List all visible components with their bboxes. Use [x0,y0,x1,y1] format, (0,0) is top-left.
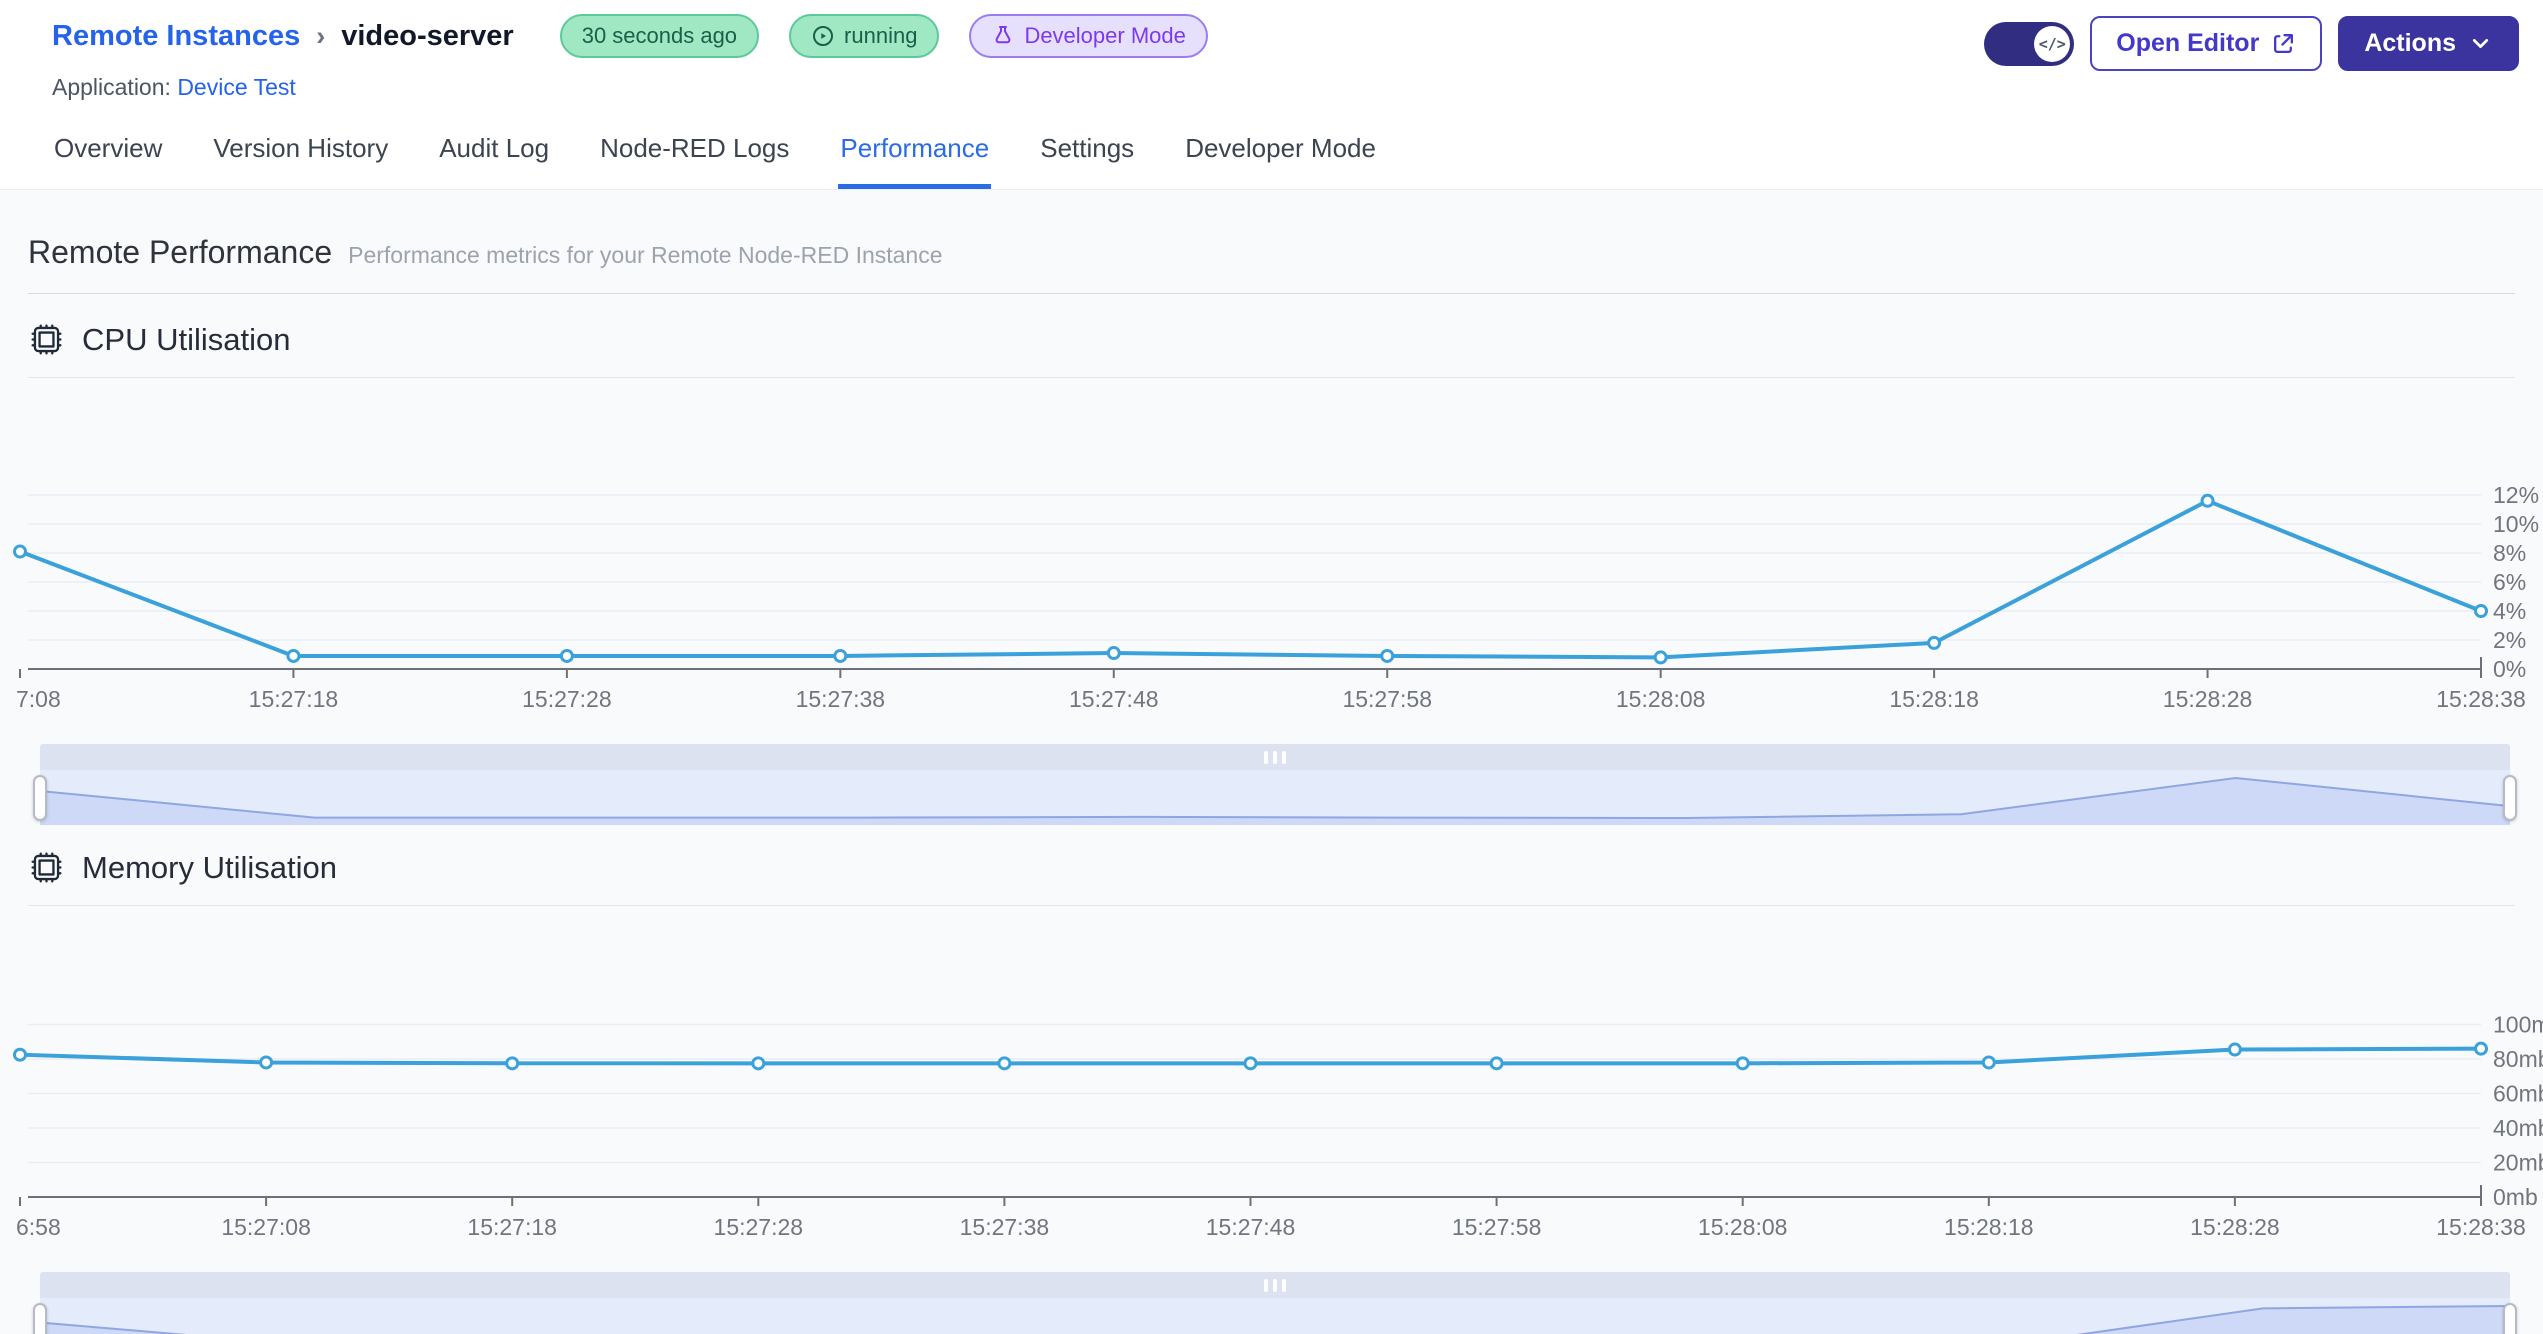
memory-datazoom-track[interactable] [40,1298,2510,1334]
performance-panel: Remote Performance Performance metrics f… [0,190,2543,1334]
svg-text:15:27:18: 15:27:18 [249,686,339,712]
svg-text:8%: 8% [2493,540,2526,566]
actions-button[interactable]: Actions [2338,16,2519,71]
svg-text:15:27:58: 15:27:58 [1342,686,1432,712]
external-link-icon [2274,34,2294,53]
svg-text:15:27:48: 15:27:48 [1206,1214,1296,1240]
cpu-section-title: CPU Utilisation [82,321,291,357]
breadcrumb-separator: › [316,20,326,51]
svg-text:2%: 2% [2493,627,2526,653]
status-badge: running [789,14,940,58]
svg-text:20mb: 20mb [2493,1150,2543,1176]
header-left: Remote Instances › video-server 30 secon… [52,14,1208,101]
page-subtitle: Performance metrics for your Remote Node… [348,242,943,268]
tab-overview[interactable]: Overview [52,127,164,189]
svg-text:15:27:08: 15:27:08 [221,1214,311,1240]
memory-utilisation-chart: 0mb 20mb 40mb 60mb 80mb 100mb 6:58 15:27:08 15:2… [13,1012,2543,1240]
chevron-down-icon [2472,39,2489,48]
memory-datazoom-left-handle[interactable] [33,1303,47,1334]
drag-dots-icon [1264,1278,1286,1292]
breadcrumb-remote-instances-link[interactable]: Remote Instances [52,20,300,53]
svg-text:15:27:38: 15:27:38 [796,686,886,712]
developer-mode-badge: Developer Mode [969,14,1208,58]
application-row: Application: Device Test [52,74,1208,101]
svg-text:15:28:18: 15:28:18 [1889,686,1979,712]
svg-text:7:08: 7:08 [16,686,61,712]
cpu-chip-icon [31,852,62,883]
cpu-datazoom-slider [33,744,2517,825]
svg-text:15:28:08: 15:28:08 [1698,1214,1788,1240]
flask-icon [995,26,1011,44]
svg-text:0mb: 0mb [2493,1184,2538,1210]
memory-datazoom-move-handle[interactable] [40,1272,2510,1298]
svg-text:15:27:48: 15:27:48 [1069,686,1159,712]
memory-datazoom-slider [33,1272,2517,1334]
header-actions: </> Open Editor Actions [1984,14,2519,71]
open-editor-label: Open Editor [2116,29,2260,57]
cpu-datazoom-track[interactable] [40,770,2510,825]
memory-datazoom-minichart [40,1305,2510,1334]
cpu-datazoom-minichart [40,776,2510,825]
svg-text:15:27:58: 15:27:58 [1452,1214,1542,1240]
cpu-datazoom-left-handle[interactable] [33,775,47,821]
page-header: Remote Instances › video-server 30 secon… [0,0,2543,101]
svg-text:80mb: 80mb [2493,1046,2543,1072]
tab-settings[interactable]: Settings [1038,127,1136,189]
application-label: Application: [52,74,171,100]
svg-text:15:28:38: 15:28:38 [2436,686,2526,712]
instance-name: video-server [341,19,514,52]
svg-text:15:28:28: 15:28:28 [2163,686,2253,712]
memory-datazoom-right-handle[interactable] [2503,1303,2517,1334]
memory-section-heading: Memory Utilisation [28,849,2515,886]
svg-text:4%: 4% [2493,598,2526,624]
svg-text:0%: 0% [2493,656,2526,682]
svg-text:15:28:08: 15:28:08 [1616,686,1706,712]
svg-text:6%: 6% [2493,569,2526,595]
cpu-chip-icon [31,324,62,355]
title-divider [28,293,2515,294]
svg-text:6:58: 6:58 [16,1214,61,1240]
application-link[interactable]: Device Test [177,74,295,100]
developer-mode-toggle[interactable]: </> [1984,21,2075,66]
cpu-section-divider [28,377,2515,378]
cpu-datazoom-right-handle[interactable] [2503,775,2517,821]
svg-text:60mb: 60mb [2493,1081,2543,1107]
svg-text:40mb: 40mb [2493,1115,2543,1141]
svg-text:15:27:28: 15:27:28 [522,686,612,712]
status-label: running [844,23,918,48]
open-editor-button[interactable]: Open Editor [2090,16,2323,71]
cpu-section-heading: CPU Utilisation [28,321,2515,358]
cpu-datazoom-move-handle[interactable] [40,744,2510,770]
memory-section-divider [28,905,2515,906]
svg-text:15:28:28: 15:28:28 [2190,1214,2280,1240]
page-title: Remote Performance [28,234,333,270]
tab-node-red-logs[interactable]: Node-RED Logs [598,127,791,189]
cpu-utilisation-chart: 0% 2% 4% 6% 8% 10% 12% 7:08 15:27:18 15:27:28 15:2… [13,482,2539,712]
svg-text:15:27:18: 15:27:18 [467,1214,557,1240]
tab-performance[interactable]: Performance [838,127,992,189]
actions-label: Actions [2364,29,2456,57]
memory-section-title: Memory Utilisation [82,849,337,885]
tab-version-history[interactable]: Version History [211,127,390,189]
breadcrumb: Remote Instances › video-server 30 secon… [52,14,1208,58]
last-seen-badge: 30 seconds ago [559,14,760,58]
developer-mode-label: Developer Mode [1024,23,1186,48]
svg-text:12%: 12% [2493,482,2539,508]
tab-audit-log[interactable]: Audit Log [437,127,551,189]
svg-text:15:27:28: 15:27:28 [714,1214,804,1240]
drag-dots-icon [1264,750,1286,764]
svg-text:15:28:38: 15:28:38 [2436,1214,2526,1240]
last-seen-label: 30 seconds ago [581,23,738,48]
page-title-row: Remote Performance Performance metrics f… [28,190,2515,271]
play-circle-icon [813,26,834,46]
instance-tabs: Overview Version History Audit Log Node-… [0,101,2543,190]
tab-developer-mode[interactable]: Developer Mode [1183,127,1378,189]
svg-text:10%: 10% [2493,511,2539,537]
svg-text:15:27:38: 15:27:38 [960,1214,1050,1240]
svg-text:15:28:18: 15:28:18 [1944,1214,2034,1240]
code-icon: </> [2034,25,2071,62]
svg-text:100mb: 100mb [2493,1012,2543,1038]
